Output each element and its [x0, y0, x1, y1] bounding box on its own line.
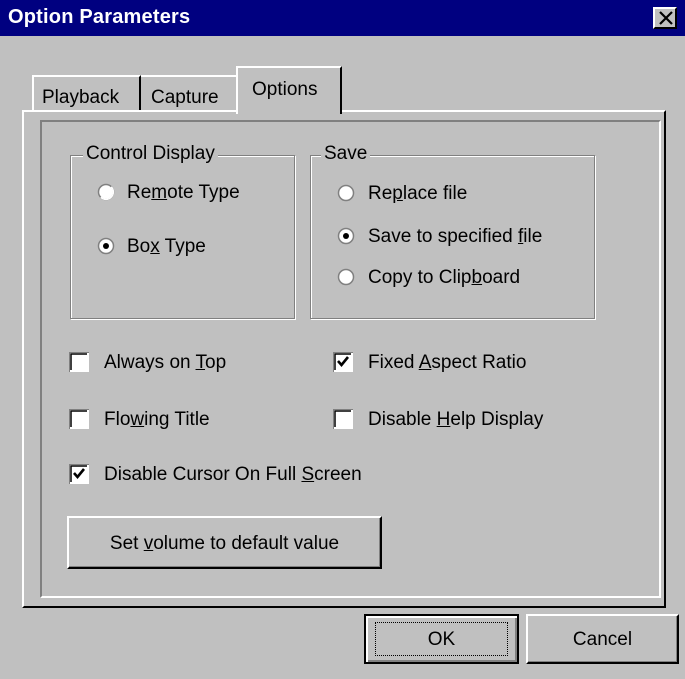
radio-copy-clipboard[interactable] — [337, 268, 355, 286]
tab-capture[interactable]: Capture — [141, 75, 238, 110]
button-label: Cancel — [572, 629, 633, 650]
checkmark-icon — [332, 351, 353, 372]
radio-remote-type[interactable] — [97, 183, 115, 201]
close-button[interactable] — [653, 7, 677, 29]
tab-label: Options — [252, 79, 318, 100]
button-label: OK — [427, 629, 456, 650]
checkmark-icon — [68, 463, 89, 484]
close-icon — [659, 11, 673, 25]
radio-box-type[interactable] — [97, 237, 115, 255]
checkbox-icon — [68, 351, 89, 372]
window-title: Option Parameters — [8, 6, 191, 28]
checkbox-icon — [332, 408, 353, 429]
title-bar: Option Parameters — [0, 0, 685, 36]
checkbox-icon — [68, 408, 89, 429]
tab-playback[interactable]: Playback — [32, 75, 141, 110]
radio-replace-file-label: Replace file — [368, 183, 468, 204]
cancel-button[interactable]: Cancel — [526, 614, 679, 664]
radio-remote-type-label: Remote Type — [127, 182, 240, 203]
checkbox-disable-help-display[interactable] — [332, 408, 353, 429]
tab-options[interactable]: Options — [236, 66, 342, 114]
radio-button-icon — [337, 268, 355, 286]
checkbox-always-on-top[interactable] — [68, 351, 89, 372]
checkbox-disable-cursor-full-screen[interactable] — [68, 463, 89, 484]
radio-box-type-label: Box Type — [127, 236, 206, 257]
radio-button-icon — [97, 237, 115, 255]
group-legend: Control Display — [83, 143, 218, 165]
radio-copy-clipboard-label: Copy to Clipboard — [368, 267, 521, 288]
tab-label: Playback — [42, 87, 120, 108]
checkbox-disable-cursor-full-screen-label: Disable Cursor On Full Screen — [104, 464, 362, 485]
ok-button[interactable]: OK — [364, 614, 519, 664]
checkbox-disable-help-display-label: Disable Help Display — [368, 409, 544, 430]
checkbox-flowing-title-label: Flowing Title — [104, 409, 210, 430]
checkbox-fixed-aspect-ratio-label: Fixed Aspect Ratio — [368, 352, 527, 373]
radio-replace-file[interactable] — [337, 184, 355, 202]
checkbox-always-on-top-label: Always on Top — [104, 352, 227, 373]
radio-button-icon — [337, 184, 355, 202]
button-label: Set volume to default value — [109, 533, 340, 554]
radio-save-specified[interactable] — [337, 227, 355, 245]
radio-button-icon — [97, 183, 115, 201]
group-legend: Save — [321, 143, 371, 165]
checkbox-fixed-aspect-ratio[interactable] — [332, 351, 353, 372]
set-volume-default-button[interactable]: Set volume to default value — [67, 516, 382, 569]
checkbox-flowing-title[interactable] — [68, 408, 89, 429]
radio-button-icon — [337, 227, 355, 245]
radio-save-specified-label: Save to specified file — [368, 226, 543, 247]
tab-label: Capture — [151, 87, 219, 108]
